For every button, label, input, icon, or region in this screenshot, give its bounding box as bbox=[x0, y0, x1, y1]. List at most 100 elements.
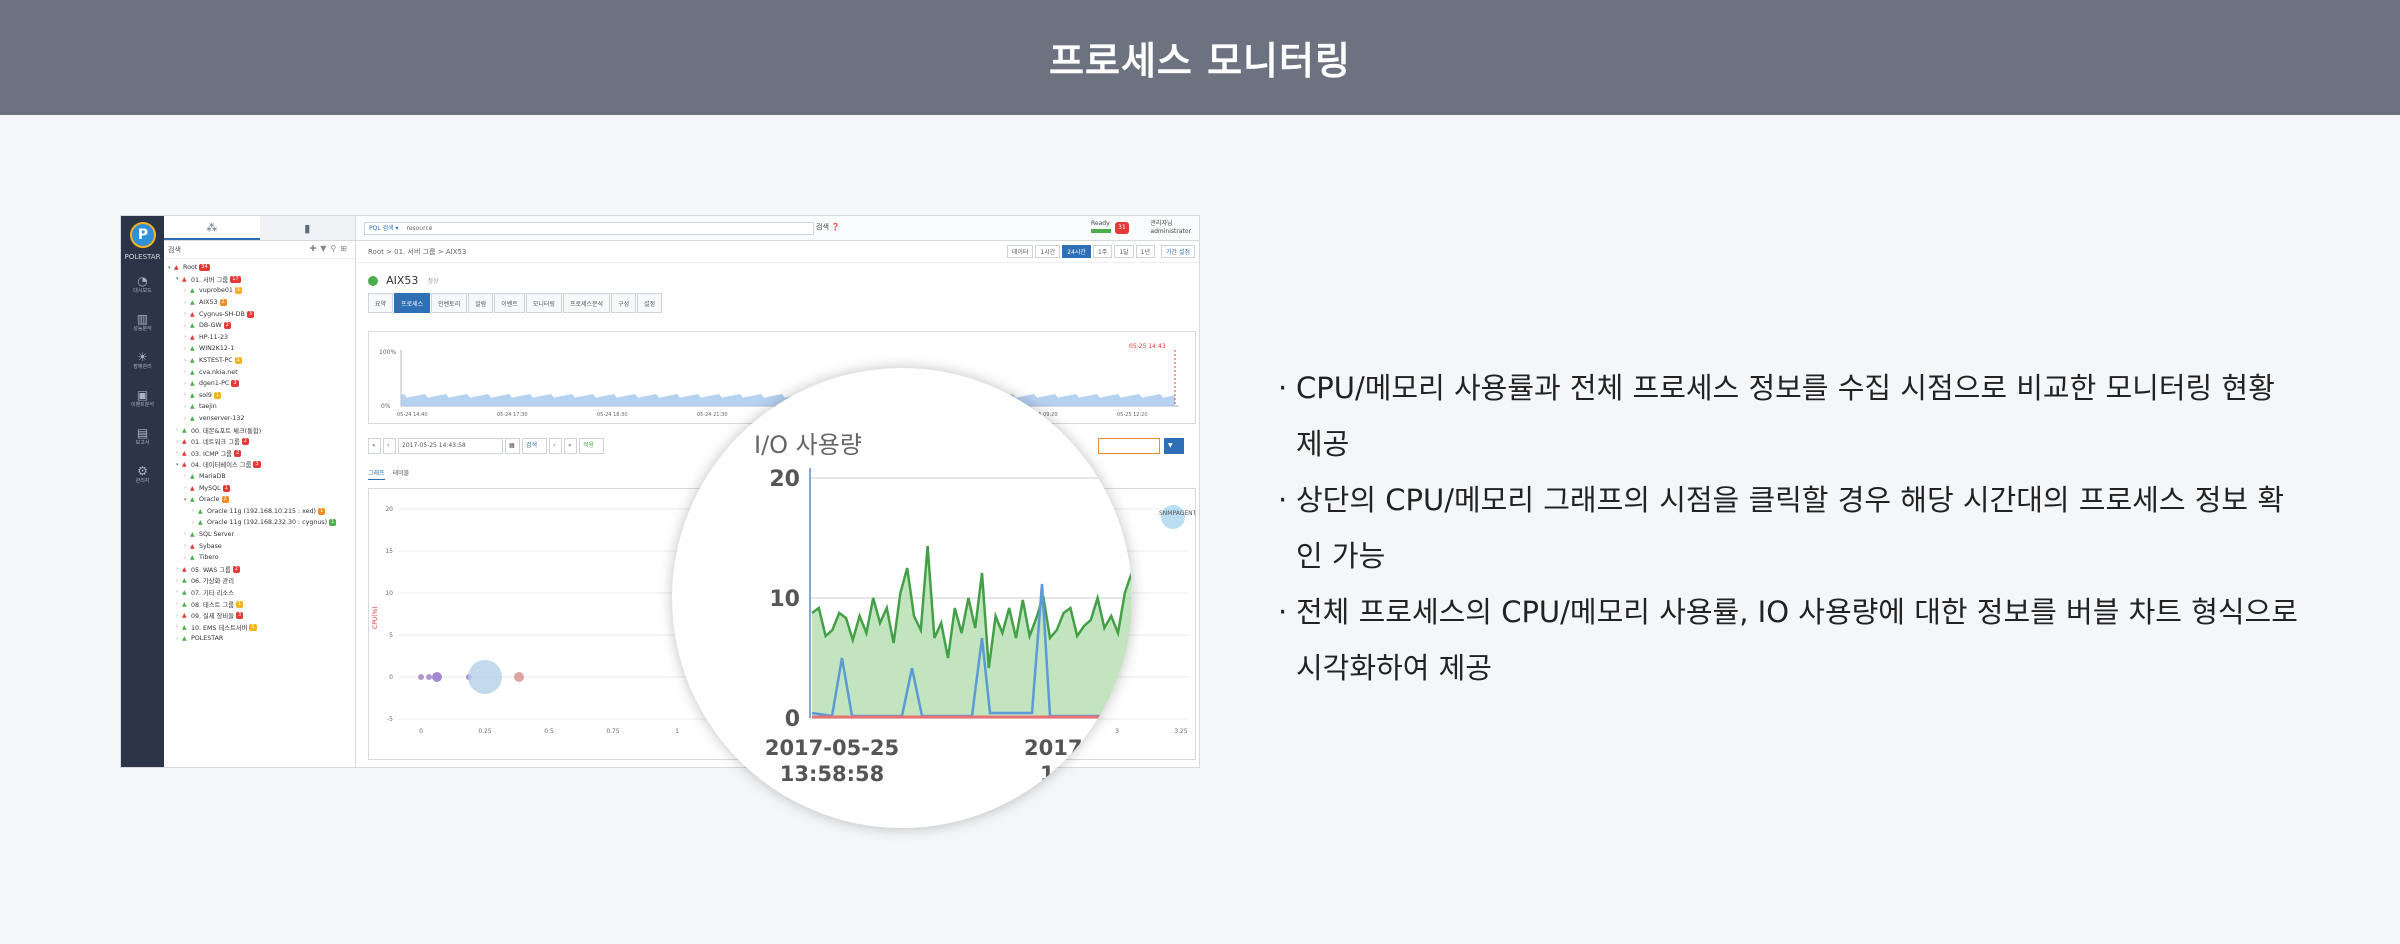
nav-chart[interactable]: ▥ 성능분석 bbox=[121, 312, 164, 333]
tree-node[interactable]: › ▲ Oracle 11g (192.168.232.30 : cygnus) 1 bbox=[168, 517, 355, 529]
tree-search[interactable]: 검색 ✚▼⚲⊞ bbox=[164, 241, 355, 259]
tree-node[interactable]: › ▲ Cygnus-SH-DB 3 bbox=[168, 308, 355, 320]
tab-7[interactable]: 구성 bbox=[611, 293, 637, 313]
node-status-icon: ▲ bbox=[190, 472, 195, 480]
tree-node[interactable]: › ▲ KSTEST-PC 1 bbox=[168, 355, 355, 367]
tree-node[interactable]: › ▲ Oracle 11g (192.168.10.215 : xed) 1 bbox=[168, 505, 355, 517]
tree-node[interactable]: › ▲ WIN2K12-1 bbox=[168, 343, 355, 355]
tab-0[interactable]: 요약 bbox=[368, 293, 394, 313]
resource-tree-panel: ⁂ ▮ 검색 ✚▼⚲⊞ ▾ ▲ Root 34 ▾ ▲ 01. 서버 그룹 17 › ▲ vupro… bbox=[164, 216, 356, 767]
filter-apply-button[interactable]: 적용 bbox=[579, 438, 604, 454]
tree-node[interactable]: › ▲ sol9 1 bbox=[168, 390, 355, 402]
node-status-icon: ▲ bbox=[190, 287, 195, 295]
range-button[interactable]: 1달 bbox=[1114, 245, 1134, 258]
nav-settings[interactable]: ⚙ 관리자 bbox=[121, 464, 164, 485]
tab-5[interactable]: 모니터링 bbox=[525, 293, 562, 313]
tab-1[interactable]: 프로세스 bbox=[394, 293, 431, 313]
tree-tab-hierarchy[interactable]: ⁂ bbox=[164, 216, 260, 240]
tree-node[interactable]: › ▲ MySQL 1 bbox=[168, 482, 355, 494]
tree-node[interactable]: › ▲ MariaDB bbox=[168, 471, 355, 483]
range-button[interactable]: 24시간 bbox=[1062, 245, 1091, 258]
tab-2[interactable]: 인벤토리 bbox=[431, 293, 468, 313]
tree-node[interactable]: › ▲ cva.nkia.net bbox=[168, 366, 355, 378]
tree-node[interactable]: ▾ ▲ Oracle 2 bbox=[168, 494, 355, 506]
pql-search-button[interactable]: 검색 ❓ bbox=[816, 222, 840, 232]
date-input[interactable]: 2017-05-25 14:43:58 bbox=[398, 438, 503, 454]
tab-4[interactable]: 이벤트 bbox=[494, 293, 525, 313]
cpu-x-tick: 05-24 18:30 bbox=[597, 412, 628, 418]
tree-node[interactable]: › ▲ DB-GW 2 bbox=[168, 320, 355, 332]
tree-node[interactable]: › ▲ 06. 가상화 관리 bbox=[168, 575, 355, 587]
bubble-tab-0[interactable]: 그래프 bbox=[368, 470, 385, 480]
process-bubble[interactable] bbox=[432, 672, 442, 682]
tree-node-label: AIX53 bbox=[199, 299, 218, 307]
tree-tool-icons[interactable]: ✚▼⚲⊞ bbox=[310, 244, 351, 253]
tree-node[interactable]: › ▲ POLESTAR bbox=[168, 633, 355, 645]
tree-node[interactable]: › ▲ venserver-132 bbox=[168, 413, 355, 425]
tree-list: ▾ ▲ Root 34 ▾ ▲ 01. 서버 그룹 17 › ▲ vuprobe01 1 › ▲ AIX53… bbox=[164, 259, 355, 645]
tree-node-label: Oracle bbox=[199, 496, 220, 504]
bullet-text: 전체 프로세스의 CPU/메모리 사용률, IO 사용량에 대한 정보를 버블 … bbox=[1296, 595, 2298, 685]
tree-node[interactable]: › ▲ HP-11-23 bbox=[168, 332, 355, 344]
range-button[interactable]: 1시간 bbox=[1035, 245, 1061, 258]
tree-node[interactable]: › ▲ 03. ICMP 그룹 2 bbox=[168, 448, 355, 460]
tree-node[interactable]: › ▲ Sybase bbox=[168, 540, 355, 552]
feature-bullet: · CPU/메모리 사용률과 전체 프로세스 정보를 수집 시점으로 비교한 모니… bbox=[1278, 360, 2298, 472]
filter-input[interactable] bbox=[1098, 438, 1160, 454]
tree-node[interactable]: › ▲ 10. EMS 테스트서버 1 bbox=[168, 621, 355, 633]
prev-step-button[interactable]: ‹ bbox=[383, 438, 396, 454]
filter-search-button[interactable]: 검색 bbox=[522, 438, 547, 454]
tree-node-label: KSTEST-PC bbox=[199, 357, 233, 365]
tree-node[interactable]: › ▲ 01. 네트워크 그룹 2 bbox=[168, 436, 355, 448]
custom-range-button[interactable]: 기간 설정 bbox=[1161, 245, 1195, 258]
range-button[interactable]: 데이터 bbox=[1006, 245, 1034, 258]
tree-node[interactable]: › ▲ Tibero bbox=[168, 552, 355, 564]
tree-node[interactable]: ▾ ▲ 04. 데이터베이스 그룹 3 bbox=[168, 459, 355, 471]
funnel-icon[interactable]: ▼ bbox=[1164, 438, 1184, 454]
help-icon[interactable]: ❓ bbox=[831, 223, 840, 231]
node-status-icon: ▲ bbox=[190, 299, 195, 307]
next-step-button[interactable]: › bbox=[549, 438, 562, 454]
tab-8[interactable]: 설정 bbox=[637, 293, 663, 313]
nav-report[interactable]: ▤ 보고서 bbox=[121, 426, 164, 447]
calendar-icon[interactable]: ▦ bbox=[505, 438, 520, 454]
prev-button[interactable]: « bbox=[368, 438, 381, 454]
range-button[interactable]: 1주 bbox=[1092, 245, 1113, 258]
nav-label: 대시보드 bbox=[133, 288, 152, 294]
process-bubble[interactable] bbox=[514, 672, 524, 682]
tree-node[interactable]: › ▲ 08. 테스트 그룹 1 bbox=[168, 598, 355, 610]
tab-3[interactable]: 알람 bbox=[468, 293, 494, 313]
tree-node[interactable]: › ▲ 05. WAS 그룹 2 bbox=[168, 563, 355, 575]
tab-6[interactable]: 프로세스분석 bbox=[562, 293, 611, 313]
range-button[interactable]: 1년 bbox=[1135, 245, 1155, 258]
report-icon: ▤ bbox=[136, 426, 149, 440]
tree-node[interactable]: ▾ ▲ Root 34 bbox=[168, 262, 355, 274]
tree-node-label: MySQL bbox=[199, 484, 221, 492]
tree-node[interactable]: › ▲ dgen1-PC 3 bbox=[168, 378, 355, 390]
process-bubble[interactable] bbox=[418, 674, 424, 680]
tree-node[interactable]: › ▲ taejin bbox=[168, 401, 355, 413]
pql-search-input[interactable]: PQL 검색 ▾ resource bbox=[364, 222, 814, 235]
pql-value: resource bbox=[406, 225, 433, 232]
tree-node[interactable]: › ▲ 00. 데몬&포트 체크(통합) bbox=[168, 424, 355, 436]
process-bubble[interactable] bbox=[468, 660, 502, 694]
nav-dashboard[interactable]: ◔ 대시보드 bbox=[121, 274, 164, 295]
tree-node[interactable]: › ▲ 09. 실제 장비들 3 bbox=[168, 610, 355, 622]
nav-event[interactable]: ▣ 이벤트분석 bbox=[121, 388, 164, 409]
io-green-area bbox=[812, 546, 1132, 718]
tree-node[interactable]: ▾ ▲ 01. 서버 그룹 17 bbox=[168, 274, 355, 286]
tree-node[interactable]: › ▲ 07. 기타 리소스 bbox=[168, 587, 355, 599]
tree-node[interactable]: › ▲ SQL Server bbox=[168, 529, 355, 541]
nav-alarm[interactable]: ☀ 장애관리 bbox=[121, 350, 164, 371]
process-bubble[interactable] bbox=[1161, 505, 1185, 529]
tree-tab-list[interactable]: ▮ bbox=[259, 216, 355, 240]
alarm-badge[interactable]: 31 bbox=[1115, 222, 1129, 234]
user-menu[interactable]: 관리자님 administrator bbox=[1150, 220, 1191, 236]
tree-node[interactable]: › ▲ AIX53 2 bbox=[168, 297, 355, 309]
tree-node-label: Cygnus-SH-DB bbox=[199, 310, 245, 318]
bubble-tab-1[interactable]: 테이블 bbox=[393, 470, 410, 477]
process-bubble[interactable] bbox=[426, 674, 432, 680]
tree-node[interactable]: › ▲ vuprobe01 1 bbox=[168, 285, 355, 297]
user-id: administrator bbox=[1150, 228, 1191, 235]
next-button[interactable]: » bbox=[564, 438, 577, 454]
